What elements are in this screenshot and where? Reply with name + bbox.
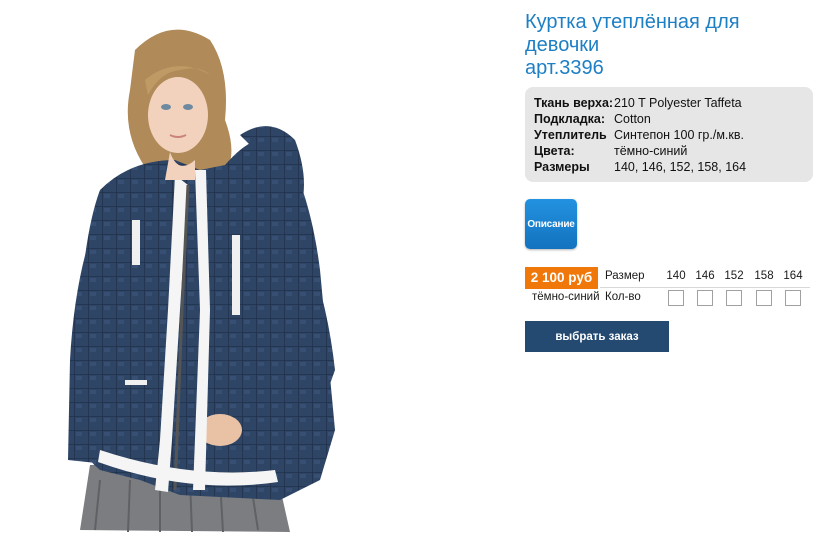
quantity-checkbox-164[interactable] (785, 290, 801, 306)
quantity-checkbox-146[interactable] (697, 290, 713, 306)
spec-row-sizes: Размеры 140, 146, 152, 158, 164 (534, 159, 813, 175)
spec-label: Цвета: (534, 144, 575, 158)
quantity-label: Кол-во (605, 291, 641, 303)
spec-row-insulation: Утеплитель Синтепон 100 гр./м.кв. (534, 127, 813, 143)
size-label: Размер (605, 270, 645, 282)
spec-value: Синтепон 100 гр./м.кв. (614, 128, 744, 142)
size-152: 152 (724, 270, 744, 282)
spec-label: Ткань верха: (534, 96, 614, 110)
description-button[interactable]: Описание (525, 199, 577, 249)
quantity-checkbox-140[interactable] (668, 290, 684, 306)
spec-value: тёмно-синий (614, 144, 688, 158)
spec-row-fabric: Ткань верха: 210 T Polyester Taffeta (534, 95, 813, 111)
size-146: 146 (695, 270, 715, 282)
color-name: тёмно-синий (532, 291, 600, 303)
quantity-checkbox-158[interactable] (756, 290, 772, 306)
spec-row-colors: Цвета: тёмно-синий (534, 143, 813, 159)
divider (600, 287, 810, 288)
specs-box: Ткань верха: 210 T Polyester Taffeta Под… (525, 87, 813, 182)
spec-label: Размеры (534, 160, 590, 174)
size-140: 140 (666, 270, 686, 282)
spec-row-lining: Подкладка: Cotton (534, 111, 813, 127)
size-158: 158 (754, 270, 774, 282)
product-photo (60, 10, 360, 535)
price-badge: 2 100 руб (525, 267, 598, 289)
spec-value: 140, 146, 152, 158, 164 (614, 160, 747, 174)
product-title: Куртка утеплённая для девочки арт.3396 (525, 11, 815, 80)
article-number: арт.3396 (525, 57, 604, 79)
spec-value: Cotton (614, 112, 651, 126)
spec-value: 210 T Polyester Taffeta (614, 96, 742, 110)
title-line-2: девочки (525, 34, 600, 56)
size-164: 164 (783, 270, 803, 282)
spec-label: Подкладка: (534, 112, 605, 126)
spec-label: Утеплитель (534, 128, 607, 142)
select-order-button[interactable]: выбрать заказ (525, 321, 669, 352)
title-line-1: Куртка утеплённая для (525, 11, 740, 33)
quantity-checkbox-152[interactable] (726, 290, 742, 306)
